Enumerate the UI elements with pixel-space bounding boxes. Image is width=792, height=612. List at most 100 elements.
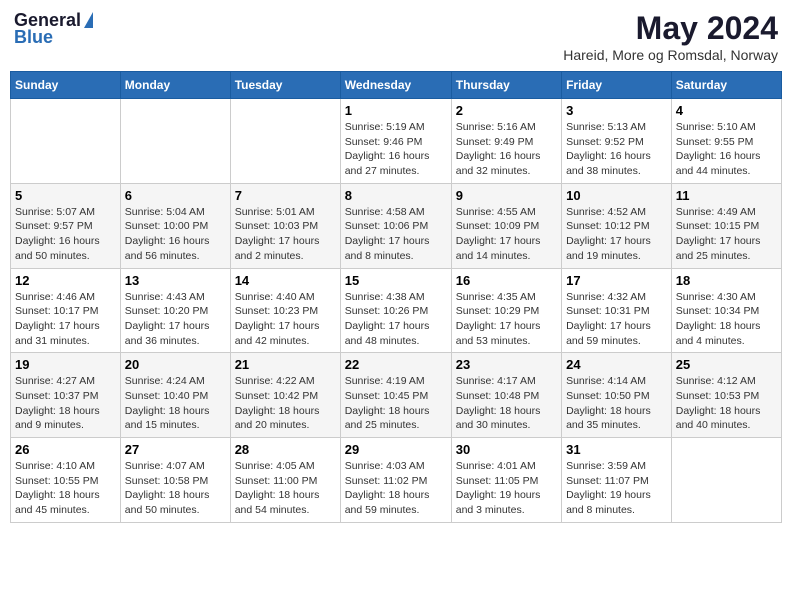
calendar-cell xyxy=(11,99,121,184)
calendar-cell: 8 Sunrise: 4:58 AM Sunset: 10:06 PM Dayli… xyxy=(340,183,451,268)
weekday-header-friday: Friday xyxy=(562,72,672,99)
day-number: 29 xyxy=(345,442,447,457)
calendar-table: SundayMondayTuesdayWednesdayThursdayFrid… xyxy=(10,71,782,523)
weekday-header-sunday: Sunday xyxy=(11,72,121,99)
calendar-cell: 16 Sunrise: 4:35 AM Sunset: 10:29 PM Dayl… xyxy=(451,268,561,353)
calendar-cell xyxy=(120,99,230,184)
day-number: 24 xyxy=(566,357,667,372)
day-info: Sunrise: 4:12 AM Sunset: 10:53 PM Daylig… xyxy=(676,374,777,433)
day-info: Sunrise: 4:01 AM Sunset: 11:05 PM Daylig… xyxy=(456,459,557,518)
day-info: Sunrise: 4:52 AM Sunset: 10:12 PM Daylig… xyxy=(566,205,667,264)
day-info: Sunrise: 4:40 AM Sunset: 10:23 PM Daylig… xyxy=(235,290,336,349)
day-number: 4 xyxy=(676,103,777,118)
day-info: Sunrise: 4:10 AM Sunset: 10:55 PM Daylig… xyxy=(15,459,116,518)
day-number: 23 xyxy=(456,357,557,372)
day-info: Sunrise: 4:38 AM Sunset: 10:26 PM Daylig… xyxy=(345,290,447,349)
location: Hareid, More og Romsdal, Norway xyxy=(563,47,778,63)
day-number: 6 xyxy=(125,188,226,203)
day-number: 12 xyxy=(15,273,116,288)
day-info: Sunrise: 5:16 AM Sunset: 9:49 PM Dayligh… xyxy=(456,120,557,179)
logo-blue-text: Blue xyxy=(14,27,53,48)
day-info: Sunrise: 4:17 AM Sunset: 10:48 PM Daylig… xyxy=(456,374,557,433)
day-info: Sunrise: 3:59 AM Sunset: 11:07 PM Daylig… xyxy=(566,459,667,518)
day-info: Sunrise: 4:35 AM Sunset: 10:29 PM Daylig… xyxy=(456,290,557,349)
day-number: 30 xyxy=(456,442,557,457)
day-number: 18 xyxy=(676,273,777,288)
calendar-cell: 18 Sunrise: 4:30 AM Sunset: 10:34 PM Dayl… xyxy=(671,268,781,353)
calendar-cell: 15 Sunrise: 4:38 AM Sunset: 10:26 PM Dayl… xyxy=(340,268,451,353)
calendar-cell: 11Sunrise: 4:49 AM Sunset: 10:15 PM Dayl… xyxy=(671,183,781,268)
weekday-header-saturday: Saturday xyxy=(671,72,781,99)
calendar-cell: 3Sunrise: 5:13 AM Sunset: 9:52 PM Daylig… xyxy=(562,99,672,184)
day-number: 27 xyxy=(125,442,226,457)
day-info: Sunrise: 4:30 AM Sunset: 10:34 PM Daylig… xyxy=(676,290,777,349)
calendar-week-row: 5 Sunrise: 5:07 AM Sunset: 9:57 PM Daylig… xyxy=(11,183,782,268)
calendar-week-row: 26Sunrise: 4:10 AM Sunset: 10:55 PM Dayl… xyxy=(11,438,782,523)
calendar-cell: 31 Sunrise: 3:59 AM Sunset: 11:07 PM Dayl… xyxy=(562,438,672,523)
day-info: Sunrise: 4:24 AM Sunset: 10:40 PM Daylig… xyxy=(125,374,226,433)
day-info: Sunrise: 4:07 AM Sunset: 10:58 PM Daylig… xyxy=(125,459,226,518)
calendar-week-row: 19 Sunrise: 4:27 AM Sunset: 10:37 PM Dayl… xyxy=(11,353,782,438)
weekday-header-row: SundayMondayTuesdayWednesdayThursdayFrid… xyxy=(11,72,782,99)
day-number: 15 xyxy=(345,273,447,288)
day-info: Sunrise: 4:43 AM Sunset: 10:20 PM Daylig… xyxy=(125,290,226,349)
day-info: Sunrise: 4:27 AM Sunset: 10:37 PM Daylig… xyxy=(15,374,116,433)
calendar-cell: 2 Sunrise: 5:16 AM Sunset: 9:49 PM Daylig… xyxy=(451,99,561,184)
weekday-header-tuesday: Tuesday xyxy=(230,72,340,99)
calendar-cell xyxy=(671,438,781,523)
weekday-header-monday: Monday xyxy=(120,72,230,99)
calendar-cell: 22Sunrise: 4:19 AM Sunset: 10:45 PM Dayl… xyxy=(340,353,451,438)
day-number: 16 xyxy=(456,273,557,288)
day-info: Sunrise: 4:14 AM Sunset: 10:50 PM Daylig… xyxy=(566,374,667,433)
day-info: Sunrise: 4:22 AM Sunset: 10:42 PM Daylig… xyxy=(235,374,336,433)
day-number: 3 xyxy=(566,103,667,118)
logo-triangle-icon xyxy=(84,12,93,28)
day-info: Sunrise: 5:01 AM Sunset: 10:03 PM Daylig… xyxy=(235,205,336,264)
day-number: 25 xyxy=(676,357,777,372)
calendar-cell: 13 Sunrise: 4:43 AM Sunset: 10:20 PM Dayl… xyxy=(120,268,230,353)
calendar-cell: 29 Sunrise: 4:03 AM Sunset: 11:02 PM Dayl… xyxy=(340,438,451,523)
day-number: 31 xyxy=(566,442,667,457)
calendar-cell: 27 Sunrise: 4:07 AM Sunset: 10:58 PM Dayl… xyxy=(120,438,230,523)
day-info: Sunrise: 4:49 AM Sunset: 10:15 PM Daylig… xyxy=(676,205,777,264)
calendar-cell: 6 Sunrise: 5:04 AM Sunset: 10:00 PM Dayli… xyxy=(120,183,230,268)
day-info: Sunrise: 4:58 AM Sunset: 10:06 PM Daylig… xyxy=(345,205,447,264)
title-area: May 2024 Hareid, More og Romsdal, Norway xyxy=(563,10,778,63)
calendar-cell: 26Sunrise: 4:10 AM Sunset: 10:55 PM Dayl… xyxy=(11,438,121,523)
day-number: 20 xyxy=(125,357,226,372)
calendar-cell: 12 Sunrise: 4:46 AM Sunset: 10:17 PM Dayl… xyxy=(11,268,121,353)
calendar-cell: 1Sunrise: 5:19 AM Sunset: 9:46 PM Daylig… xyxy=(340,99,451,184)
calendar-cell: 14 Sunrise: 4:40 AM Sunset: 10:23 PM Dayl… xyxy=(230,268,340,353)
day-number: 13 xyxy=(125,273,226,288)
day-info: Sunrise: 5:10 AM Sunset: 9:55 PM Dayligh… xyxy=(676,120,777,179)
day-number: 19 xyxy=(15,357,116,372)
day-number: 17 xyxy=(566,273,667,288)
calendar-cell: 23 Sunrise: 4:17 AM Sunset: 10:48 PM Dayl… xyxy=(451,353,561,438)
calendar-week-row: 1Sunrise: 5:19 AM Sunset: 9:46 PM Daylig… xyxy=(11,99,782,184)
calendar-cell: 19 Sunrise: 4:27 AM Sunset: 10:37 PM Dayl… xyxy=(11,353,121,438)
day-info: Sunrise: 5:07 AM Sunset: 9:57 PM Dayligh… xyxy=(15,205,116,264)
day-info: Sunrise: 5:19 AM Sunset: 9:46 PM Dayligh… xyxy=(345,120,447,179)
calendar-cell: 4 Sunrise: 5:10 AM Sunset: 9:55 PM Daylig… xyxy=(671,99,781,184)
day-info: Sunrise: 4:46 AM Sunset: 10:17 PM Daylig… xyxy=(15,290,116,349)
calendar-week-row: 12 Sunrise: 4:46 AM Sunset: 10:17 PM Dayl… xyxy=(11,268,782,353)
day-number: 28 xyxy=(235,442,336,457)
calendar-cell: 28Sunrise: 4:05 AM Sunset: 11:00 PM Dayl… xyxy=(230,438,340,523)
calendar-cell: 10 Sunrise: 4:52 AM Sunset: 10:12 PM Dayl… xyxy=(562,183,672,268)
calendar-cell xyxy=(230,99,340,184)
day-info: Sunrise: 4:03 AM Sunset: 11:02 PM Daylig… xyxy=(345,459,447,518)
day-info: Sunrise: 5:04 AM Sunset: 10:00 PM Daylig… xyxy=(125,205,226,264)
day-info: Sunrise: 4:55 AM Sunset: 10:09 PM Daylig… xyxy=(456,205,557,264)
calendar-header: General Blue May 2024 Hareid, More og Ro… xyxy=(10,10,782,63)
day-number: 2 xyxy=(456,103,557,118)
day-number: 14 xyxy=(235,273,336,288)
logo: General Blue xyxy=(14,10,93,48)
day-number: 8 xyxy=(345,188,447,203)
day-number: 9 xyxy=(456,188,557,203)
day-number: 10 xyxy=(566,188,667,203)
day-number: 5 xyxy=(15,188,116,203)
calendar-cell: 30 Sunrise: 4:01 AM Sunset: 11:05 PM Dayl… xyxy=(451,438,561,523)
calendar-cell: 20 Sunrise: 4:24 AM Sunset: 10:40 PM Dayl… xyxy=(120,353,230,438)
calendar-cell: 5 Sunrise: 5:07 AM Sunset: 9:57 PM Daylig… xyxy=(11,183,121,268)
calendar-cell: 9 Sunrise: 4:55 AM Sunset: 10:09 PM Dayli… xyxy=(451,183,561,268)
